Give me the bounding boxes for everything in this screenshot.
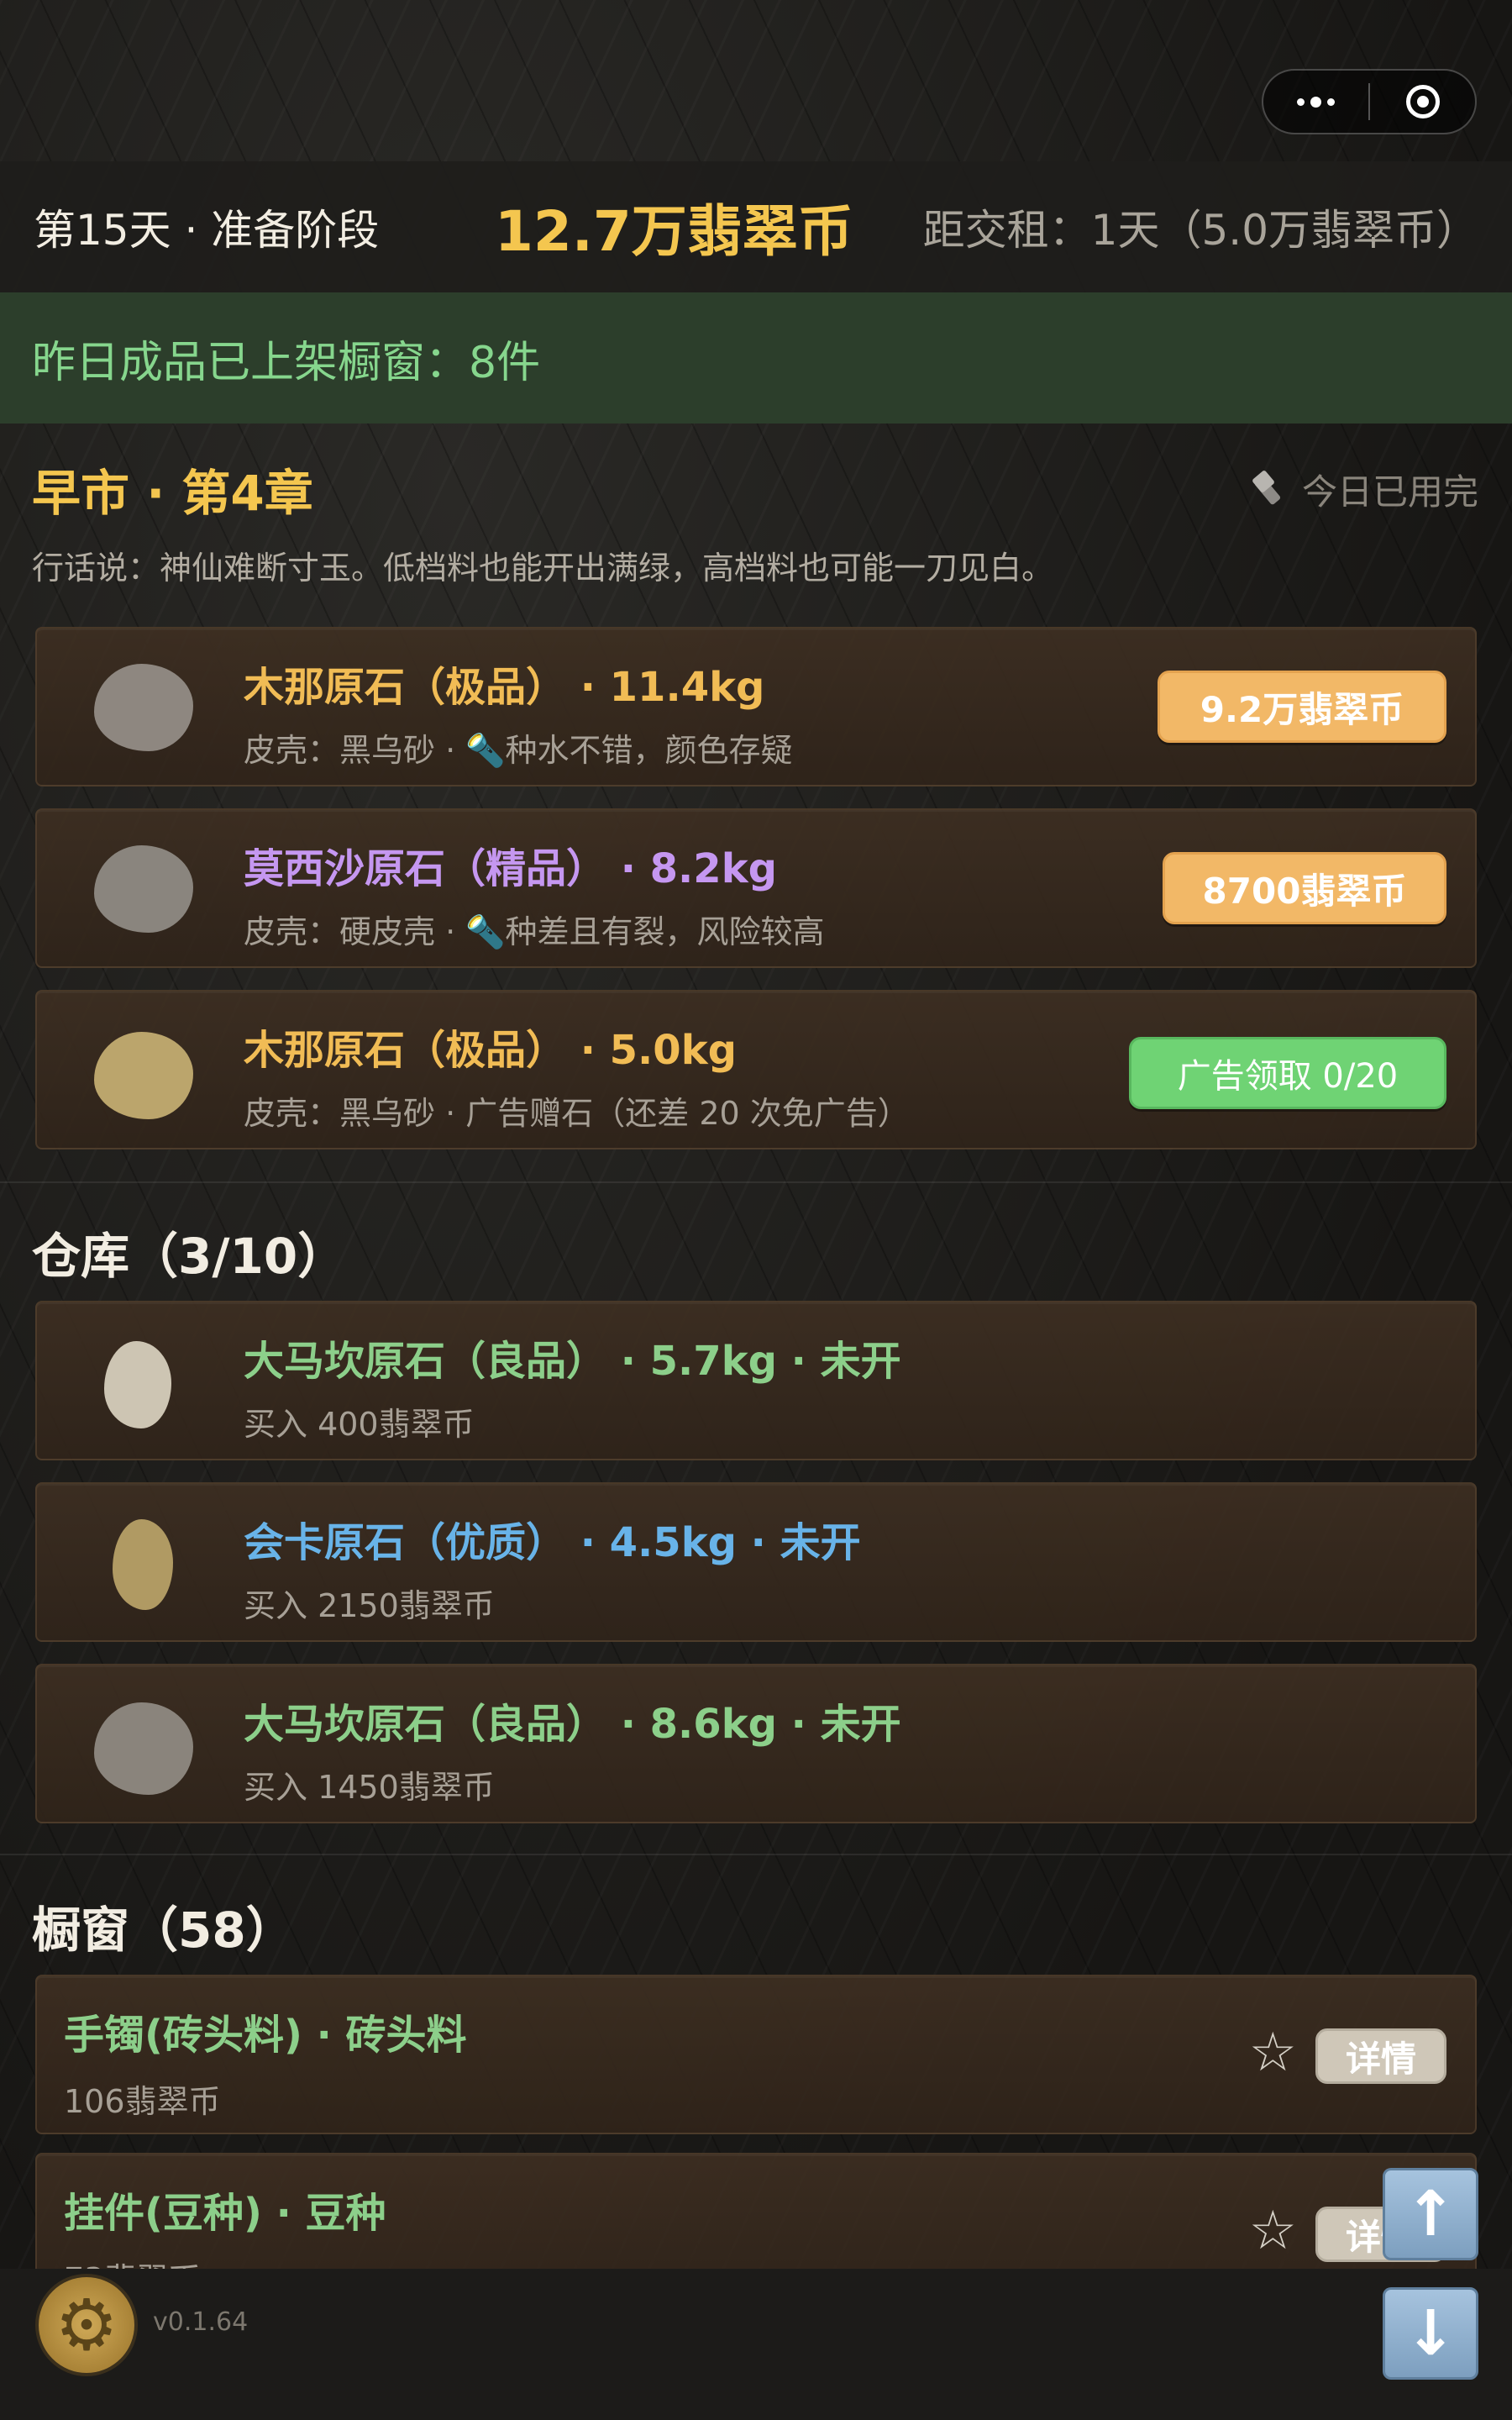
stone-name: 大马坎原石（良品） · 8.6kg · 未开 — [244, 1701, 901, 1748]
stone-icon — [94, 845, 193, 933]
stone-description: 皮壳：硬皮壳 · 🔦种差且有裂，风险较高 — [244, 913, 825, 950]
purchase-price: 买入 2150翡翠币 — [244, 1587, 495, 1624]
torch-used-label: 今日已用完 — [1301, 471, 1478, 513]
coin-balance: 12.7万翡翠币 — [494, 199, 853, 264]
more-icon — [1297, 96, 1335, 108]
shelf-notice: 昨日成品已上架橱窗：8件 — [0, 292, 1512, 424]
warehouse-item[interactable]: 大马坎原石（良品） · 5.7kg · 未开 买入 400翡翠币 — [35, 1301, 1477, 1460]
warehouse-item[interactable]: 会卡原石（优质） · 4.5kg · 未开 买入 2150翡翠币 — [35, 1482, 1477, 1642]
stone-name: 木那原石（极品） · 5.0kg — [244, 1027, 737, 1074]
purchase-price: 买入 400翡翠币 — [244, 1406, 475, 1443]
status-bar: 第15天 · 准备阶段 12.7万翡翠币 距交租：1天（5.0万翡翠币） — [0, 161, 1512, 292]
stone-description: 皮壳：黑乌砂 · 🔦种水不错，颜色存疑 — [244, 732, 793, 769]
bottom-bar — [0, 2269, 1512, 2420]
scroll-down-button[interactable]: ↓ — [1383, 2287, 1478, 2380]
stone-name: 莫西沙原石（精品） · 8.2kg — [244, 845, 777, 892]
purchase-price: 买入 1450翡翠币 — [244, 1769, 495, 1806]
market-saying: 行话说：神仙难断寸玉。低档料也能开出满绿，高档料也可能一刀见白。 — [32, 550, 1054, 587]
target-icon — [1405, 85, 1440, 118]
gear-icon: ⚙ — [55, 2284, 118, 2366]
buy-button[interactable]: 8700翡翠币 — [1163, 852, 1446, 924]
product-price: 106翡翠币 — [64, 2083, 221, 2120]
rent-countdown: 距交租：1天（5.0万翡翠币） — [922, 206, 1478, 255]
arrow-up-icon: ↑ — [1404, 2178, 1457, 2250]
mini-program-capsule — [1262, 69, 1477, 134]
settings-button[interactable]: ⚙ — [35, 2274, 138, 2376]
market-title: 早市 · 第4章 — [32, 465, 313, 522]
stone-name: 会卡原石（优质） · 4.5kg · 未开 — [244, 1519, 861, 1566]
market-item: 莫西沙原石（精品） · 8.2kg 皮壳：硬皮壳 · 🔦种差且有裂，风险较高 8… — [35, 808, 1477, 968]
warehouse-item[interactable]: 大马坎原石（良品） · 8.6kg · 未开 买入 1450翡翠币 — [35, 1664, 1477, 1823]
product-name: 挂件(豆种) · 豆种 — [64, 2190, 386, 2237]
detail-button[interactable]: 详情 — [1315, 2028, 1446, 2084]
stone-name: 大马坎原石（良品） · 5.7kg · 未开 — [244, 1338, 901, 1385]
star-icon[interactable]: ☆ — [1249, 2022, 1297, 2084]
section-divider — [0, 1854, 1512, 1855]
arrow-down-icon: ↓ — [1404, 2297, 1457, 2370]
more-button[interactable] — [1263, 71, 1368, 133]
showcase-item: 手镯(砖头料) · 砖头料 106翡翠币 ☆ 详情 — [35, 1975, 1477, 2134]
warehouse-title: 仓库（3/10） — [32, 1228, 347, 1285]
stone-icon — [94, 1032, 193, 1119]
showcase-title: 橱窗（58） — [32, 1902, 295, 1959]
torch-status: 今日已用完 — [1253, 464, 1478, 515]
stone-icon — [104, 1341, 171, 1428]
section-divider — [0, 1181, 1512, 1183]
scroll-up-button[interactable]: ↑ — [1383, 2168, 1478, 2260]
buy-button[interactable]: 9.2万翡翠币 — [1158, 671, 1446, 743]
star-icon[interactable]: ☆ — [1249, 2200, 1297, 2262]
stone-icon — [94, 1702, 193, 1795]
stone-name: 木那原石（极品） · 11.4kg — [244, 664, 765, 711]
market-item: 木那原石（极品） · 5.0kg 皮壳：黑乌砂 · 广告赠石（还差 20 次免广… — [35, 990, 1477, 1150]
market-item: 木那原石（极品） · 11.4kg 皮壳：黑乌砂 · 🔦种水不错，颜色存疑 9.… — [35, 627, 1477, 786]
close-button[interactable] — [1370, 71, 1475, 133]
stone-icon — [94, 664, 193, 751]
torch-icon — [1253, 471, 1290, 508]
stone-description: 皮壳：黑乌砂 · 广告赠石（还差 20 次免广告） — [244, 1095, 910, 1132]
stone-icon — [113, 1519, 173, 1610]
ad-claim-button[interactable]: 广告领取 0/20 — [1129, 1037, 1446, 1109]
product-name: 手镯(砖头料) · 砖头料 — [64, 2012, 467, 2059]
day-stage: 第15天 · 准备阶段 — [34, 206, 380, 255]
version-label: v0.1.64 — [153, 2307, 249, 2337]
